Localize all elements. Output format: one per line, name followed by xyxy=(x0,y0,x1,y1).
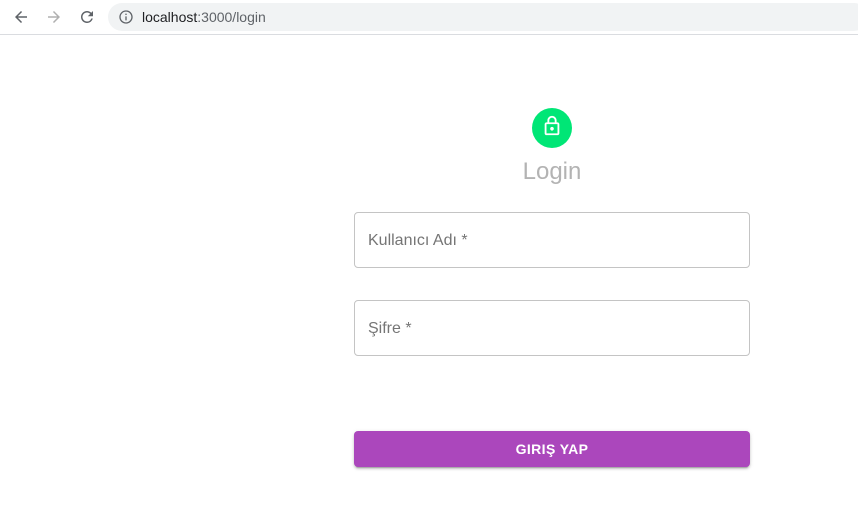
lock-avatar xyxy=(532,108,572,148)
reload-icon[interactable] xyxy=(75,5,99,29)
browser-toolbar: localhost:3000/login xyxy=(0,0,858,35)
forward-arrow-icon[interactable] xyxy=(42,5,66,29)
password-input[interactable] xyxy=(355,301,749,355)
info-icon[interactable] xyxy=(118,9,134,25)
url-host: localhost xyxy=(142,9,198,25)
page-title: Login xyxy=(522,158,582,185)
username-field[interactable]: Kullanıcı Adı * xyxy=(354,212,750,268)
address-bar[interactable]: localhost:3000/login xyxy=(108,3,858,31)
url-path: :3000/login xyxy=(197,9,266,25)
lock-icon xyxy=(541,115,563,142)
username-input[interactable] xyxy=(355,213,749,267)
login-button[interactable]: GIRIŞ YAP xyxy=(354,431,750,467)
login-page: Login Kullanıcı Adı * Şifre * GIRIŞ YAP xyxy=(0,36,858,529)
back-arrow-icon[interactable] xyxy=(9,5,33,29)
password-field[interactable]: Şifre * xyxy=(354,300,750,356)
url-text: localhost:3000/login xyxy=(142,9,266,25)
